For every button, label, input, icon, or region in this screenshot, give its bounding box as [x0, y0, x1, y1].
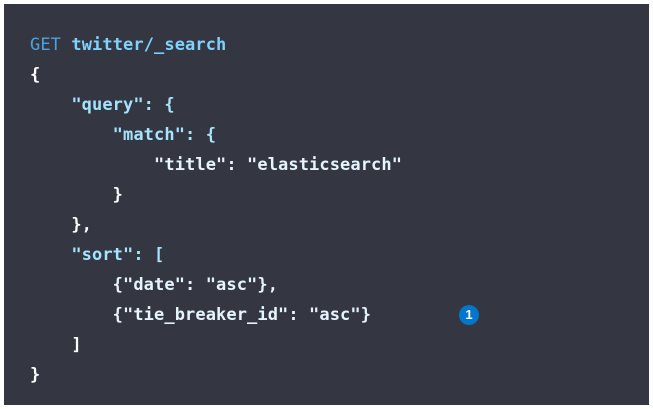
callout-badge[interactable]: 1 [459, 305, 479, 325]
code-line-text: {"tie_breaker_id": "asc"} [30, 305, 372, 325]
code-line: "query": { [30, 95, 175, 115]
request-path: twitter/_search [71, 35, 227, 55]
code-line: "match": { [30, 125, 217, 145]
code-line: {"date": "asc"}, [30, 275, 279, 295]
request-line: GET twitter/_search [30, 30, 649, 60]
code-line: }, [30, 215, 93, 235]
code-line: { [30, 65, 41, 85]
code-line: } [30, 185, 124, 205]
code-line: "sort": [ [30, 245, 165, 265]
http-method: GET [30, 35, 62, 55]
code-line: "title": "elasticsearch" [30, 155, 403, 175]
code-line: } [30, 365, 41, 385]
code-line-with-callout: {"tie_breaker_id": "asc"} 1 [30, 300, 649, 330]
code-block: GET twitter/_search { "query": { "match"… [4, 4, 649, 405]
code-line: ] [30, 335, 82, 355]
